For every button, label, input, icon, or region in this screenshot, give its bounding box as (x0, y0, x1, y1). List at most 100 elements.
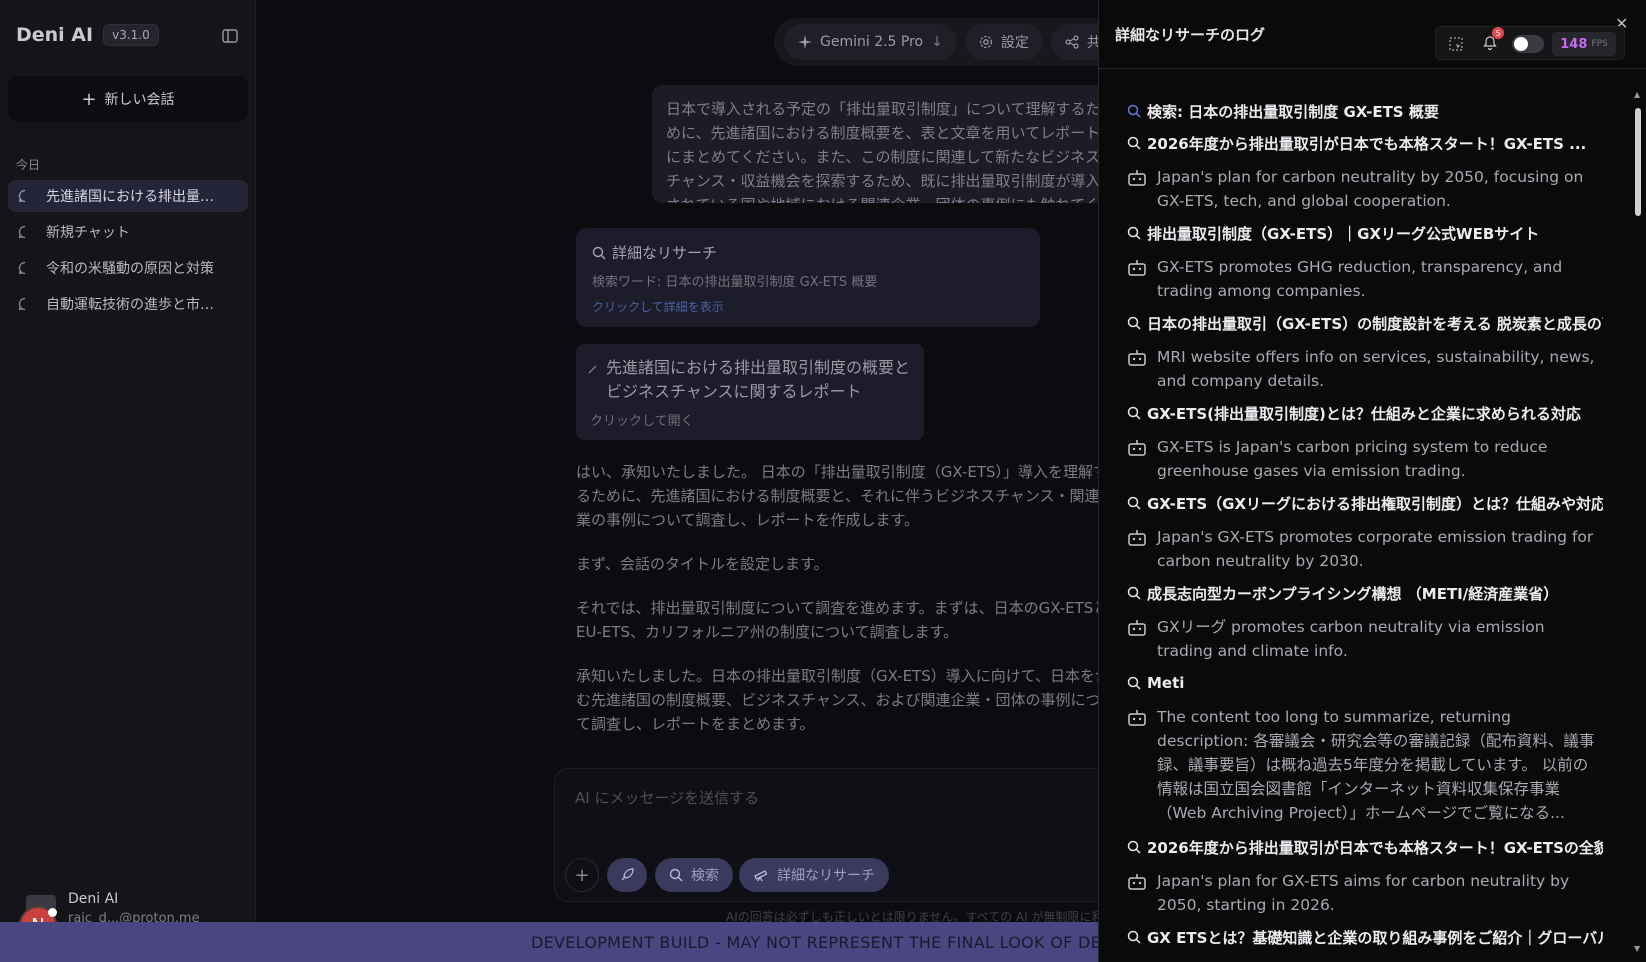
log-summary-entry: GX-ETS is Japan's carbon pricing system … (1127, 435, 1603, 483)
message-composer[interactable]: AI にメッセージを送信する + 検索 詳細なリサーチ (554, 768, 1098, 902)
log-summary-text: MRI website offers info on services, sus… (1157, 348, 1595, 390)
chat-item[interactable]: 自動運転技術の進歩と市場の動向 (8, 288, 248, 320)
search-icon (592, 246, 606, 260)
research-card-title: 詳細なリサーチ (592, 242, 1024, 263)
ai-paragraph: 承知いたしました。日本の排出量取引制度（GX-ETS）導入に向けて、日本を含む先… (576, 667, 1098, 733)
search-icon (1127, 676, 1141, 690)
new-chat-button[interactable]: + 新しい会話 (8, 76, 248, 122)
log-search-text: GX-ETS（GXリーグにおける排出権取引制度）とは？仕組みや対応 (1147, 494, 1603, 513)
log-search-entry: GX-ETS（GXリーグにおける排出権取引制度）とは？仕組みや対応 (1127, 491, 1603, 515)
attach-button[interactable]: + (565, 858, 599, 892)
log-summary-entry: GXリーグ promotes carbon neutrality via emi… (1127, 615, 1603, 663)
sparkle-icon (798, 35, 812, 49)
model-selector-button[interactable]: Gemini 2.5 Pro ↓ (784, 24, 957, 60)
robot-icon (1127, 869, 1147, 917)
fps-value: 148 (1560, 36, 1588, 52)
robot-icon (1127, 525, 1147, 573)
fps-unit: FPS (1591, 39, 1608, 49)
sidebar: Deni AI v3.1.0 + 新しい会話 今日 先進諸国における排出量取引制… (0, 0, 256, 962)
document-card[interactable]: 先進諸国における排出量取引制度の概要とビジネスチャンスに関するレポート クリック… (576, 344, 924, 440)
log-summary-text: Japan's plan for GX-ETS aims for carbon … (1157, 872, 1570, 914)
search-icon (1127, 496, 1141, 510)
log-search-text: GX ETSとは？基礎知識と企業の取り組み事例をご紹介｜グローバル (1147, 928, 1603, 947)
log-search-text: 2026年度から排出量取引が日本でも本格スタート！GX-ETS ... (1147, 134, 1587, 153)
ai-paragraph: それでは、排出量取引制度について調査を進めます。まずは、日本のGX-ETSとEU… (576, 599, 1098, 641)
search-icon (1127, 104, 1141, 118)
chat-main: Gemini 2.5 Pro ↓ 設定 共有 日本で導入される予定の「排出量取引… (256, 0, 1098, 962)
chat-bubble-icon (18, 297, 32, 311)
chat-item-label: 先進諸国における排出量取引制度の概要とビジネスチャンスに関するレポート (46, 189, 226, 205)
user-message: 日本で導入される予定の「排出量取引制度」について理解するために、先進諸国における… (652, 85, 1098, 203)
search-label: 検索 (691, 868, 719, 884)
log-scrollbar[interactable] (1631, 88, 1643, 962)
chat-item-label: 令和の米騒動の原因と対策 (46, 261, 214, 277)
log-search-entry: Meti (1127, 671, 1603, 695)
search-icon (1127, 316, 1141, 330)
status-dot (48, 908, 57, 917)
rocket-button[interactable] (607, 858, 647, 892)
fps-toggle[interactable] (1512, 35, 1544, 53)
log-search-entry: 日本の排出量取引（GX-ETS）の制度設計を考える 脱炭素と成長の両立 (1127, 311, 1603, 335)
selection-icon[interactable] (1448, 36, 1464, 52)
document-open-hint: クリックして開く (590, 414, 694, 429)
search-icon (1127, 406, 1141, 420)
log-search-text: GX-ETS(排出量取引制度)とは？仕組みと企業に求められる対応 (1147, 404, 1581, 423)
arrow-down-icon: ↓ (931, 34, 943, 50)
chat-bubble-icon (18, 225, 32, 239)
scroll-up-icon[interactable]: ▲ (1634, 90, 1640, 99)
panel-header: 詳細なリサーチのログ ✕ 5 148 FPS (1099, 0, 1646, 69)
chat-toolbar: Gemini 2.5 Pro ↓ 設定 共有 (774, 18, 1098, 66)
notification-badge: 5 (1492, 27, 1504, 39)
log-search-text: 成長志向型カーボンプライシング構想 （METI/経済産業省） (1147, 584, 1559, 603)
robot-icon (1127, 615, 1147, 663)
scrollbar-thumb[interactable] (1635, 108, 1641, 216)
log-summary-text: GX-ETS is Japan's carbon pricing system … (1157, 438, 1548, 480)
log-summary-entry: GX-ETS promotes GHG reduction, transpare… (1127, 255, 1603, 303)
deep-research-button[interactable]: 詳細なリサーチ (739, 858, 889, 892)
chat-item[interactable]: 先進諸国における排出量取引制度の概要とビジネスチャンスに関するレポート (8, 180, 248, 212)
research-details-link[interactable]: クリックして詳細を表示 (592, 298, 1024, 315)
share-label: 共有 (1086, 35, 1098, 51)
log-search-text: 2026年度から排出量取引が日本でも本格スタート！GX-ETSの全貌 (1147, 838, 1603, 857)
fps-counter: 148 FPS (1552, 32, 1616, 56)
research-card[interactable]: 詳細なリサーチ 検索ワード: 日本の排出量取引制度 GX-ETS 概要 クリック… (576, 228, 1040, 327)
log-search-text: 検索: 日本の排出量取引制度 GX-ETS 概要 (1147, 102, 1439, 121)
log-summary-entry: Japan's plan for carbon neutrality by 20… (1127, 165, 1603, 213)
search-toggle-button[interactable]: 検索 (655, 858, 733, 892)
scroll-down-icon[interactable]: ▼ (1634, 944, 1640, 953)
share-button[interactable]: 共有 (1050, 24, 1098, 60)
robot-icon (1127, 705, 1147, 825)
log-search-entry: 2026年度から排出量取引が日本でも本格スタート！GX-ETSの全貌 (1127, 835, 1603, 859)
gear-icon (979, 35, 993, 49)
settings-label: 設定 (1000, 35, 1029, 51)
search-icon (1127, 840, 1141, 854)
telescope-icon (753, 868, 769, 882)
log-search-text: 排出量取引制度（GX-ETS）｜GXリーグ公式WEBサイト (1147, 224, 1540, 243)
brand: Deni AI v3.1.0 (16, 24, 159, 46)
research-card-title-text: 詳細なリサーチ (612, 244, 718, 262)
search-icon (1127, 586, 1141, 600)
user-name: Deni AI (68, 891, 119, 907)
document-title: 先進諸国における排出量取引制度の概要とビジネスチャンスに関するレポート (588, 356, 912, 404)
log-search-entry: 排出量取引制度（GX-ETS）｜GXリーグ公式WEBサイト (1127, 221, 1603, 245)
new-chat-label: 新しい会話 (104, 92, 175, 108)
dev-build-banner: DEVELOPMENT BUILD - MAY NOT REPRESENT TH… (0, 922, 1141, 962)
chat-item[interactable]: 新規チャット (8, 216, 248, 248)
app-root: Deni AI v3.1.0 + 新しい会話 今日 先進諸国における排出量取引制… (0, 0, 1646, 962)
plus-icon: + (574, 864, 590, 886)
settings-button[interactable]: 設定 (964, 24, 1043, 60)
sidebar-toggle-icon[interactable] (222, 28, 242, 46)
log-summary-entry: Japan's GX-ETS promotes corporate emissi… (1127, 525, 1603, 573)
log-summary-text: Japan's GX-ETS promotes corporate emissi… (1157, 528, 1594, 570)
message-input[interactable]: AI にメッセージを送信する (575, 787, 759, 808)
chat-item-label: 新規チャット (46, 225, 130, 241)
search-icon (1127, 226, 1141, 240)
research-log-panel: 詳細なリサーチのログ ✕ 5 148 FPS 検索: 日本の排出量取引制度 GX… (1098, 0, 1646, 962)
robot-icon (1127, 255, 1147, 303)
plus-icon: + (81, 88, 97, 110)
pen-icon (588, 356, 598, 404)
chat-item[interactable]: 令和の米騒動の原因と対策 (8, 252, 248, 284)
log-search-entry: GX ETSとは？基礎知識と企業の取り組み事例をご紹介｜グローバル (1127, 925, 1603, 949)
brand-name: Deni AI (16, 24, 94, 46)
research-query: 検索ワード: 日本の排出量取引制度 GX-ETS 概要 (592, 275, 878, 290)
